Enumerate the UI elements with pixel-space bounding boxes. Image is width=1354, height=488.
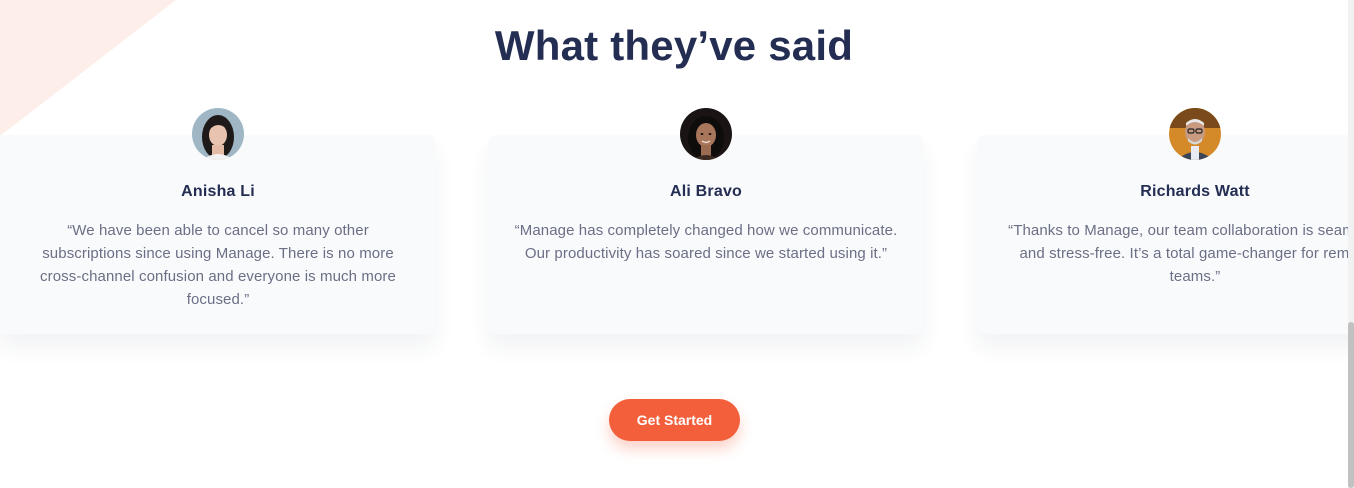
- testimonial-quote: “Thanks to Manage, our team collaboratio…: [1008, 222, 1354, 285]
- testimonial-name: Ali Bravo: [669, 183, 743, 200]
- testimonial-card-ali: Ali Bravo “Manage has completely changed…: [488, 108, 924, 334]
- testimonial-name: Richards Watt: [1140, 183, 1250, 200]
- avatar-richards: [1169, 108, 1221, 160]
- testimonial-quote: “We have been able to cancel so many oth…: [40, 222, 396, 308]
- scrollbar-thumb[interactable]: [1348, 322, 1354, 488]
- testimonials-page: What they’ve said Anisha Li “We have bee…: [0, 0, 1354, 488]
- get-started-button[interactable]: Get Started: [609, 399, 740, 441]
- testimonial-card-richards: Richards Watt “Thanks to Manage, our tea…: [977, 108, 1354, 334]
- scrollbar-track[interactable]: [1348, 0, 1354, 488]
- avatar-anisha: [192, 108, 244, 160]
- section-title: What they’ve said: [494, 22, 854, 69]
- testimonial-quote: “Manage has completely changed how we co…: [514, 222, 898, 262]
- testimonial-name: Anisha Li: [181, 183, 255, 200]
- testimonial-card-anisha: Anisha Li “We have been able to cancel s…: [0, 108, 436, 334]
- avatar-ali: [680, 108, 732, 160]
